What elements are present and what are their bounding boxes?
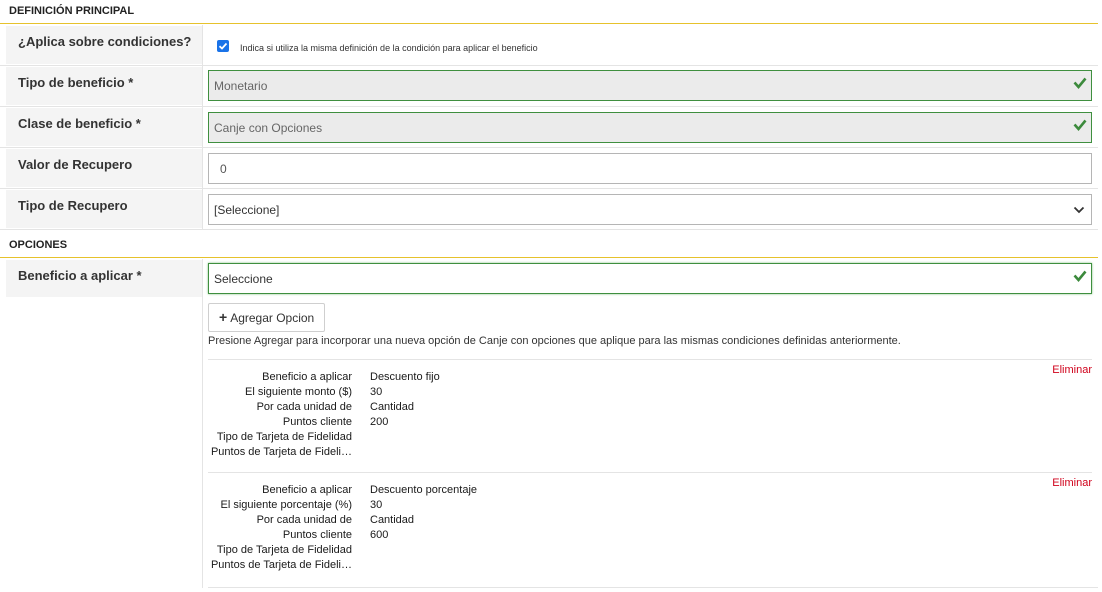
- option-detail-row: Puntos de Tarjeta de Fideli…: [208, 446, 1092, 461]
- chevron-down-icon: [1073, 206, 1085, 214]
- detail-key: Puntos de Tarjeta de Fideli…: [210, 559, 352, 571]
- aplica-condiciones-checkbox[interactable]: [217, 40, 229, 52]
- option-detail-row: Puntos cliente 600: [208, 529, 1092, 544]
- option-detail-row: Por cada unidad de Cantidad: [208, 514, 1092, 529]
- check-icon: [1073, 119, 1087, 131]
- beneficio-aplicar-value: Seleccione: [214, 272, 273, 286]
- tipo-beneficio-label: Tipo de beneficio *: [6, 67, 202, 105]
- detail-key: El siguiente monto ($): [245, 386, 352, 398]
- add-option-label: Agregar Opcion: [230, 311, 315, 325]
- row-aplica-condiciones: ¿Aplica sobre condiciones?: [0, 25, 1098, 66]
- detail-value: Descuento fijo: [370, 371, 440, 383]
- detail-key: Beneficio a aplicar: [262, 484, 352, 496]
- detail-value: Cantidad: [370, 401, 415, 413]
- detail-value: 200: [370, 416, 389, 428]
- valor-recupero-input[interactable]: 0: [208, 153, 1092, 184]
- detail-key: Tipo de Tarjeta de Fidelidad: [216, 431, 352, 443]
- option-item: Eliminar Beneficio a aplicar Descuento fi…: [208, 359, 1092, 472]
- detail-key: Puntos cliente: [282, 529, 352, 541]
- detail-key: Beneficio a aplicar: [262, 371, 352, 383]
- detail-key: Puntos de Tarjeta de Fideli…: [210, 446, 352, 458]
- add-option-help: Presione Agregar para incorporar una nue…: [208, 335, 901, 347]
- option-detail-row: Por cada unidad de Cantidad: [208, 401, 1092, 416]
- option-detail-row: Tipo de Tarjeta de Fidelidad: [208, 431, 1092, 446]
- option-detail-row: Puntos cliente 200: [208, 416, 1092, 431]
- option-detail-row: Puntos de Tarjeta de Fideli…: [208, 559, 1092, 574]
- option-detail-row: Beneficio a aplicar Descuento porcentaje: [208, 484, 1092, 499]
- clase-beneficio-label: Clase de beneficio *: [6, 108, 202, 146]
- tipo-beneficio-field: Monetario: [208, 70, 1092, 101]
- section-title-main: DEFINICIÓN PRINCIPAL: [0, 0, 1098, 24]
- tipo-recupero-select[interactable]: [Seleccione]: [208, 194, 1092, 225]
- detail-value: 30: [370, 386, 383, 398]
- aplica-condiciones-hint: Indica si utiliza la misma definición de…: [240, 43, 538, 53]
- tipo-recupero-value: [Seleccione]: [214, 203, 280, 217]
- beneficio-aplicar-label: Beneficio a aplicar *: [6, 260, 202, 297]
- detail-value: Descuento porcentaje: [370, 484, 478, 496]
- section-title-options: OPCIONES: [0, 234, 1098, 258]
- add-option-button[interactable]: + Agregar Opcion: [208, 303, 325, 332]
- detail-value: 30: [370, 499, 383, 511]
- detail-value: Cantidad: [370, 514, 415, 526]
- tipo-beneficio-value: Monetario: [214, 79, 268, 93]
- detail-key: Por cada unidad de: [256, 514, 352, 526]
- beneficio-aplicar-select[interactable]: Seleccione: [208, 263, 1092, 294]
- detail-value: 600: [370, 529, 389, 541]
- option-detail-row: El siguiente porcentaje (%) 30: [208, 499, 1092, 514]
- clase-beneficio-value: Canje con Opciones: [214, 121, 323, 135]
- detail-key: El siguiente porcentaje (%): [220, 499, 352, 511]
- detail-key: Puntos cliente: [282, 416, 352, 428]
- option-item: Eliminar Beneficio a aplicar Descuento po…: [208, 472, 1092, 586]
- tipo-recupero-label: Tipo de Recupero: [6, 190, 202, 228]
- option-detail-row: Beneficio a aplicar Descuento fijo: [208, 371, 1092, 386]
- check-icon: [1073, 270, 1087, 282]
- valor-recupero-label: Valor de Recupero: [6, 149, 202, 187]
- checkbox-checked-icon: [218, 42, 228, 50]
- clase-beneficio-field: Canje con Opciones: [208, 112, 1092, 143]
- check-icon: [1073, 77, 1087, 89]
- aplica-condiciones-label: ¿Aplica sobre condiciones?: [6, 26, 202, 64]
- option-detail-row: Tipo de Tarjeta de Fidelidad: [208, 544, 1092, 559]
- detail-key: Tipo de Tarjeta de Fidelidad: [216, 544, 352, 556]
- plus-icon: +: [219, 309, 228, 325]
- option-detail-row: El siguiente monto ($) 30: [208, 386, 1092, 401]
- valor-recupero-value: 0: [220, 162, 227, 176]
- detail-key: Por cada unidad de: [256, 401, 352, 413]
